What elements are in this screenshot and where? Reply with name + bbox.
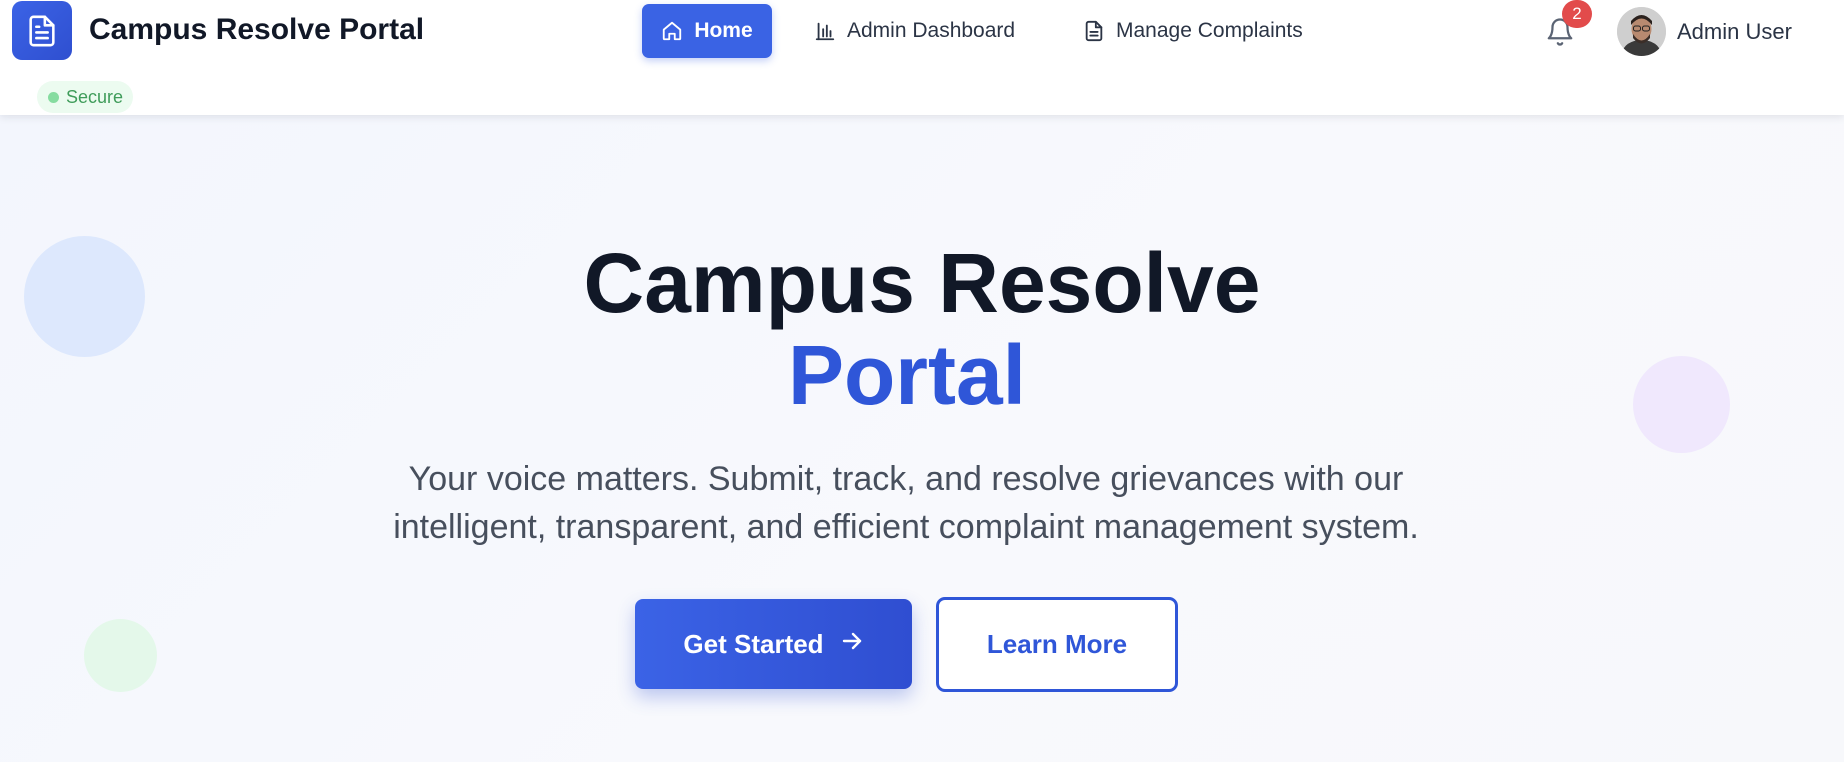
- decorative-circle-green: [84, 619, 157, 692]
- nav-admin-dashboard-link[interactable]: Admin Dashboard: [814, 4, 1015, 58]
- hero-section: Campus Resolve Portal Your voice matters…: [0, 115, 1844, 762]
- get-started-button[interactable]: Get Started: [635, 599, 912, 689]
- home-icon: [661, 20, 683, 42]
- learn-more-button[interactable]: Learn More: [936, 597, 1178, 692]
- hero-subtitle-line-1: Your voice matters. Submit, track, and r…: [408, 460, 1404, 498]
- hero-subtitle: Your voice matters. Submit, track, and r…: [0, 455, 1812, 551]
- nav-home-button[interactable]: Home: [642, 4, 772, 58]
- hero-title: Campus Resolve: [583, 236, 1261, 330]
- hero-title-accent: Portal: [787, 328, 1027, 422]
- arrow-right-icon: [840, 629, 864, 660]
- file-text-icon: [1083, 20, 1105, 42]
- brand-title[interactable]: Campus Resolve Portal: [89, 13, 424, 47]
- secure-label: Secure: [66, 86, 124, 107]
- status-dot-icon: [48, 91, 59, 103]
- user-name[interactable]: Admin User: [1677, 19, 1792, 45]
- top-navbar: Campus Resolve Portal Secure Home Admin …: [0, 0, 1844, 115]
- bar-chart-icon: [814, 20, 836, 42]
- nav-manage-complaints-label: Manage Complaints: [1116, 19, 1303, 42]
- notification-count-badge[interactable]: 2: [1562, 0, 1592, 28]
- get-started-label: Get Started: [683, 628, 824, 659]
- secure-badge: Secure: [37, 81, 134, 113]
- document-icon[interactable]: [12, 1, 72, 60]
- nav-admin-dashboard-label: Admin Dashboard: [847, 19, 1016, 42]
- avatar[interactable]: [1617, 7, 1666, 56]
- nav-home-label: Home: [694, 19, 753, 42]
- nav-manage-complaints-link[interactable]: Manage Complaints: [1083, 4, 1303, 58]
- hero-subtitle-line-2: intelligent, transparent, and efficient …: [393, 508, 1419, 546]
